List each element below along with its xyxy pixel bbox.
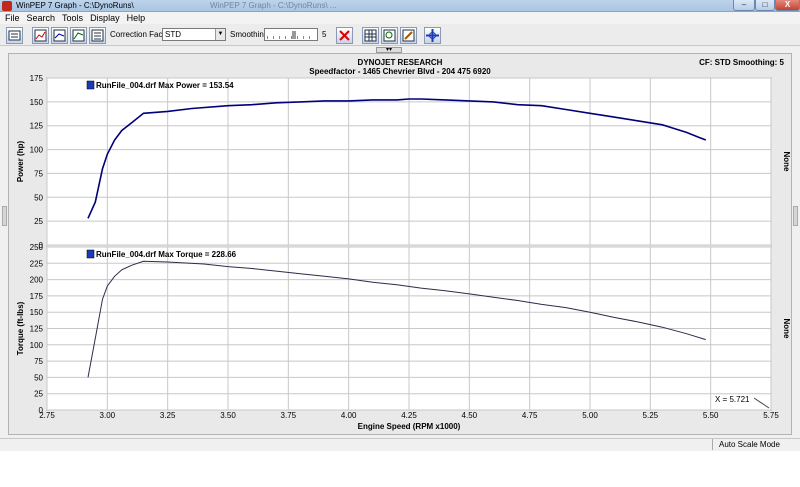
chevron-down-icon[interactable]: ▼ — [215, 29, 225, 40]
y-tick-label: 50 — [34, 373, 43, 382]
menu-display[interactable]: Display — [88, 12, 125, 24]
graph-edit-icon[interactable] — [51, 27, 68, 44]
smoothing-value: 5 — [322, 30, 327, 39]
cursor-readout: X = 5.721 — [715, 395, 750, 404]
cancel-icon[interactable] — [336, 27, 353, 44]
graph-icon[interactable] — [32, 27, 49, 44]
y-tick-label: 25 — [34, 390, 43, 399]
x-tick-label: 4.00 — [341, 411, 357, 420]
close-button[interactable]: X — [775, 0, 800, 11]
slider-ticks — [267, 36, 315, 39]
grid-icon[interactable] — [362, 27, 379, 44]
right-axis-label: None — [782, 152, 791, 173]
edit-icon[interactable] — [400, 27, 417, 44]
open-icon[interactable] — [6, 27, 23, 44]
right-axis-label: None — [782, 319, 791, 340]
y-tick-label: 150 — [30, 98, 44, 107]
header-line2: Speedfactor - 1465 Chevrier Blvd - 204 4… — [309, 67, 491, 76]
y-tick-label: 175 — [30, 74, 44, 83]
title-bar: WinPEP 7 Graph - C:\DynoRuns\ WinPEP 7 G… — [0, 0, 800, 12]
menu-bar: File Search Tools Display Help — [0, 12, 800, 24]
y-tick-label: 75 — [34, 169, 43, 178]
smoothing-slider[interactable] — [264, 28, 318, 41]
y-tick-label: 100 — [30, 146, 44, 155]
graph-compare-icon[interactable] — [70, 27, 87, 44]
x-tick-label: 5.00 — [582, 411, 598, 420]
toolbar: Correction Factor: STD ▼ Smoothing: 5 — [0, 24, 800, 46]
dyno-chart: DYNOJET RESEARCH Speedfactor - 1465 Chev… — [16, 58, 791, 431]
right-splitter-grip[interactable] — [793, 206, 798, 226]
x-tick-label: 4.75 — [522, 411, 538, 420]
header-cf-smoothing: CF: STD Smoothing: 5 — [699, 58, 784, 67]
x-tick-label: 3.00 — [100, 411, 116, 420]
y-tick-label: 225 — [30, 259, 44, 268]
zoom-icon[interactable] — [381, 27, 398, 44]
x-tick-label: 5.25 — [643, 411, 659, 420]
menu-help[interactable]: Help — [125, 12, 151, 24]
x-tick-label: 3.75 — [281, 411, 297, 420]
workspace-background — [0, 451, 800, 487]
graph-list-icon[interactable] — [89, 27, 106, 44]
y-tick-label: 250 — [30, 243, 44, 252]
x-tick-label: 5.75 — [763, 411, 779, 420]
app-icon[interactable] — [2, 1, 12, 11]
y-tick-label: 125 — [30, 325, 44, 334]
x-tick-label: 5.50 — [703, 411, 719, 420]
maximize-button[interactable]: □ — [755, 0, 775, 11]
menu-tools[interactable]: Tools — [60, 12, 88, 24]
legend-swatch — [86, 80, 95, 90]
x-axis-label: Engine Speed (RPM x1000) — [358, 422, 461, 431]
x-tick-label: 3.25 — [160, 411, 176, 420]
header-line1: DYNOJET RESEARCH — [358, 58, 443, 67]
left-splitter-grip[interactable] — [2, 206, 7, 226]
legend-swatch — [86, 249, 95, 259]
y-tick-label: 125 — [30, 122, 44, 131]
minimize-button[interactable]: – — [733, 0, 755, 11]
graph-area: DYNOJET RESEARCH Speedfactor - 1465 Chev… — [8, 53, 792, 435]
y-tick-label: 200 — [30, 276, 44, 285]
y-tick-label: 100 — [30, 341, 44, 350]
legend-label: RunFile_004.drf Max Power = 153.54 — [96, 81, 234, 90]
y-tick-label: 175 — [30, 292, 44, 301]
x-tick-label: 2.75 — [39, 411, 55, 420]
window-title: WinPEP 7 Graph - C:\DynoRuns\ — [16, 1, 134, 10]
menu-file[interactable]: File — [3, 12, 25, 24]
y-tick-label: 150 — [30, 308, 44, 317]
y-tick-label: 50 — [34, 193, 43, 202]
y-tick-label: 75 — [34, 357, 43, 366]
correction-factor-value: STD — [165, 30, 181, 39]
y-tick-label: 25 — [34, 217, 43, 226]
x-tick-label: 3.50 — [220, 411, 236, 420]
x-tick-label: 4.25 — [401, 411, 417, 420]
menu-search[interactable]: Search — [25, 12, 61, 24]
x-tick-label: 4.50 — [462, 411, 478, 420]
crosshair-icon[interactable] — [424, 27, 441, 44]
background-window-title: WinPEP 7 Graph - C:\DynoRuns\ ... — [210, 1, 337, 10]
y-axis-label: Torque (ft-lbs) — [16, 301, 25, 355]
slider-thumb[interactable] — [292, 31, 296, 39]
status-bar: Auto Scale Mode — [0, 438, 800, 450]
legend-label: RunFile_004.drf Max Torque = 228.66 — [96, 250, 237, 259]
scale-mode-status: Auto Scale Mode — [712, 439, 800, 450]
y-axis-label: Power (hp) — [16, 141, 25, 183]
correction-factor-select[interactable]: STD ▼ — [162, 28, 226, 41]
